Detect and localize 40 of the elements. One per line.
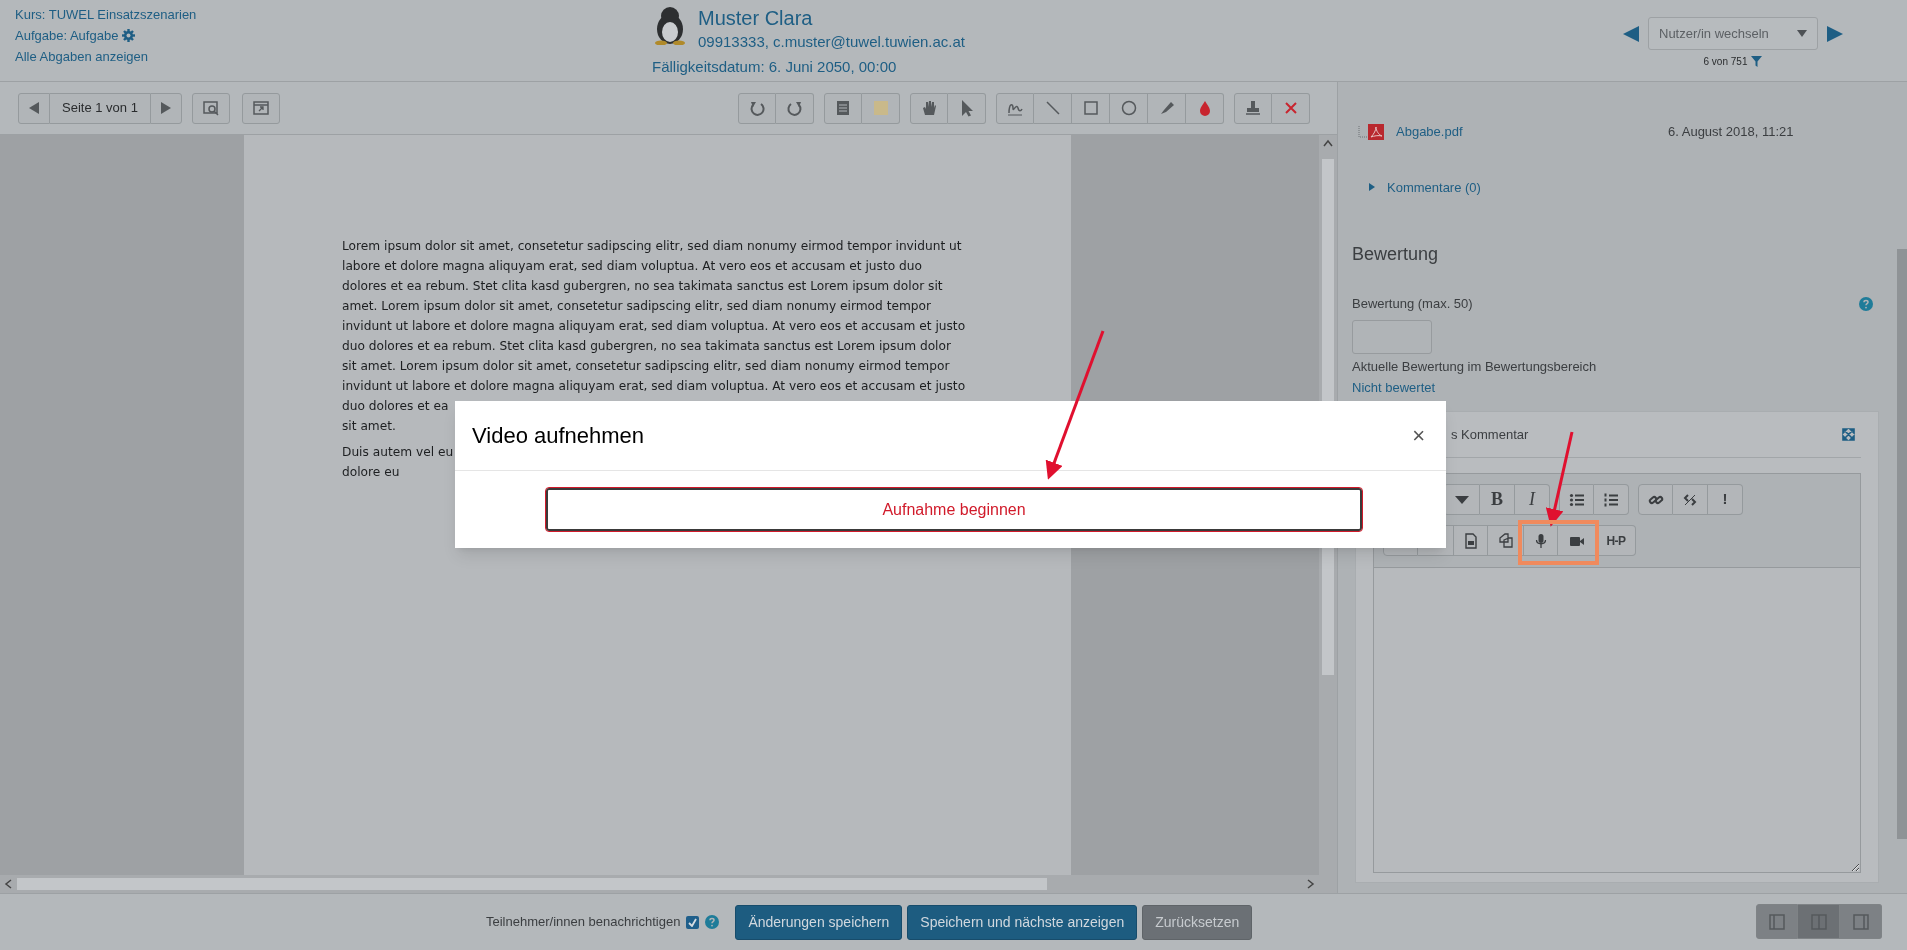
document-text: amet. Lorem ipsum dolor sit amet, consetetur sadipscing elitr, sed diam nonumy eirmod tempor — [342, 298, 931, 315]
document-text: sit amet. — [342, 418, 396, 435]
due-date: Fälligkeitsdatum: 6. Juni 2050, 00:00 — [652, 57, 898, 77]
student-name[interactable]: Muster Clara — [698, 6, 966, 30]
document-text: Duis autem vel eu — [342, 444, 454, 461]
footer-button[interactable]: Zurücksetzen — [1142, 904, 1253, 940]
document-text: duo dolores et ea — [342, 398, 449, 415]
dialog-title: Video aufnehmen — [472, 422, 645, 450]
user-count: 6 von 751 — [1703, 55, 1748, 69]
grade-hint: Aktuelle Bewertung im Bewertungsbereich — [1352, 357, 1598, 376]
bold-button[interactable]: B — [1480, 484, 1515, 515]
document-text: dolore eu — [342, 464, 400, 481]
document-text: invidunt ut labore et dolore magna aliquyam erat, sed diam voluptua. At vero eos et accusam et justo — [342, 378, 966, 395]
submission-date: 6. August 2018, 11:21 — [1668, 123, 1794, 141]
grade-label: Bewertung (max. 50) — [1352, 295, 1473, 313]
h5p-button[interactable]: H-P — [1597, 525, 1636, 556]
document-text: duo dolores et ea rebum. Stet clita kasd gubergren, no sea takimata sanctus est Lorem ipsum dolor — [342, 338, 951, 355]
section-heading: Bewertung — [1352, 243, 1440, 266]
footer-button[interactable]: Änderungen speichern — [735, 904, 903, 940]
close-button[interactable]: × — [1412, 424, 1425, 447]
document-text: labore et dolore magna aliquyam erat, sed diam voluptua. At vero eos et accusam et justo duo — [342, 258, 922, 275]
comments-link[interactable]: Kommentare (0) — [1387, 177, 1481, 197]
course-link[interactable]: Kurs: TUWEL Einsatzszenarien — [15, 6, 197, 23]
current-grade-link[interactable]: Nicht bewertet — [1352, 380, 1879, 395]
important-button[interactable]: ! — [1708, 484, 1743, 515]
document-text: dolores et ea rebum. Stet clita kasd gubergren, no sea takimata sanctus est Lorem ipsum dolor sit — [342, 278, 943, 295]
footer-button[interactable]: Speichern und nächste anzeigen — [907, 904, 1138, 940]
feedback-title: s Kommentar — [1451, 425, 1529, 444]
file-link[interactable]: Abgabe.pdf — [1396, 122, 1668, 142]
document-text: Lorem ipsum dolor sit amet, consetetur sadipscing elitr, sed diam nonumy eirmod tempor invidunt ut — [342, 238, 962, 255]
document-text: invidunt ut labore et dolore magna aliquyam erat, sed diam voluptua. At vero eos et accusam et justo — [342, 318, 966, 335]
page-indicator: Seite 1 von 1 — [50, 92, 150, 124]
document-text: sit amet. Lorem ipsum dolor sit amet, consetetur sadipscing elitr, sed diam nonumy eirmod tempor — [342, 358, 950, 375]
user-select[interactable]: Nutzer/in wechseln — [1648, 17, 1818, 50]
student-info: 09913333, c.muster@tuwel.tuwien.ac.at — [698, 32, 966, 52]
all-submissions-link[interactable]: Alle Abgaben anzeigen — [15, 48, 197, 65]
start-recording-button[interactable]: Aufnahme beginnen — [546, 488, 1362, 531]
assignment-link[interactable]: Aufgabe: Aufgabe — [15, 27, 119, 44]
italic-button[interactable]: I — [1515, 484, 1550, 515]
notify-label: Teilnehmer/innen benachrichtigen — [486, 913, 681, 932]
